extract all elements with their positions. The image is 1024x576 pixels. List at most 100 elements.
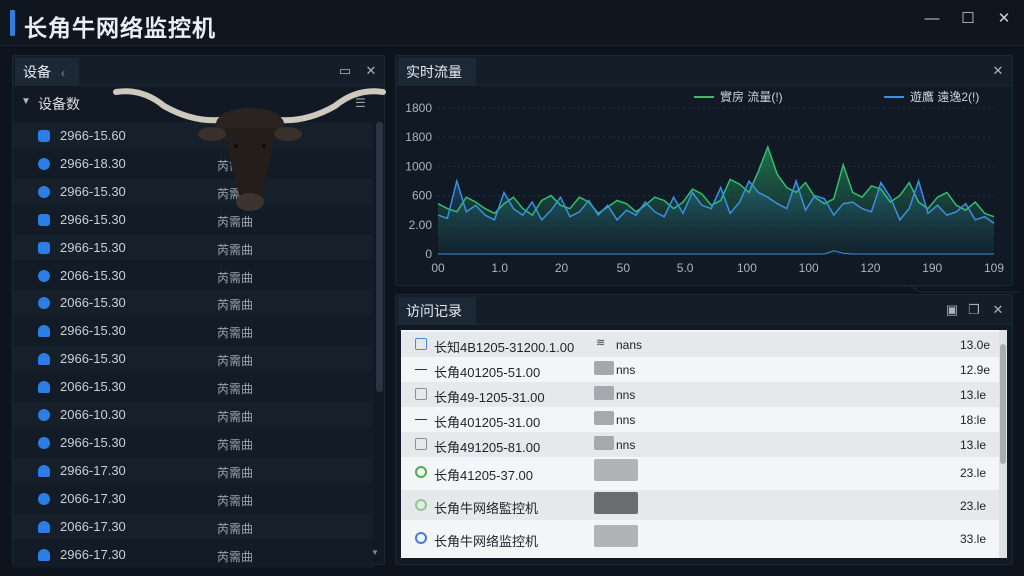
record-size: 12.9e bbox=[960, 363, 991, 377]
record-size: 13.0e bbox=[960, 338, 991, 352]
app-window: 长角牛网络监控机 — ☐ ✕ 设备 ‹ ▭ ✕ ▼ 设备数 ☰ 2966-15.6… bbox=[0, 0, 1024, 576]
traffic-chart: 1800 1800 1000 600 2.00 000 1.0 20 50 5.0 100 100 12… bbox=[405, 89, 1004, 275]
tab-devices-label: 设备 bbox=[23, 64, 51, 80]
device-time: 2966-17.30 bbox=[60, 546, 126, 562]
x-tick-label: 00 bbox=[431, 261, 445, 275]
record-size: 18:le bbox=[960, 413, 987, 427]
records-panel: 访问记录 ▣ ❐ ✕ 长知4B1205-31200.1.00 ≋ nans 13.0e… bbox=[395, 294, 1013, 565]
copy-icon[interactable]: ❐ bbox=[964, 300, 984, 320]
scroll-down-arrow-icon[interactable]: ▼ bbox=[371, 548, 379, 557]
records-scrollbar[interactable] bbox=[999, 330, 1007, 558]
record-status-marker bbox=[415, 419, 427, 420]
globe-icon bbox=[38, 409, 50, 421]
record-size: 13.le bbox=[960, 388, 987, 402]
record-row[interactable]: 长知4B1205-31200.1.00 ≋ nans 13.0e bbox=[401, 332, 999, 357]
maximize-button[interactable]: ☐ bbox=[954, 8, 982, 30]
tab-devices[interactable]: 设备 ‹ bbox=[15, 58, 79, 86]
device-status: 芮需曲 bbox=[217, 298, 254, 313]
device-icon bbox=[38, 213, 50, 226]
x-tick-label: 20 bbox=[555, 261, 569, 275]
record-type: nns bbox=[616, 388, 636, 402]
device-time: 2966-17.30 bbox=[60, 462, 126, 478]
device-row[interactable]: 2066-10.30 芮需曲 bbox=[13, 401, 373, 429]
tab-records-label: 访问记录 bbox=[406, 303, 462, 319]
record-row[interactable]: 长角401205-51.00 nns 12.9e bbox=[401, 357, 999, 382]
device-row[interactable]: 2066-15.30 芮需曲 bbox=[13, 289, 373, 318]
y-tick-label: 1800 bbox=[405, 130, 432, 144]
device-row[interactable]: 2966-15.30 芮需曲 bbox=[13, 233, 373, 262]
record-status-marker bbox=[415, 532, 427, 544]
device-status: 芮需曲 bbox=[217, 493, 254, 508]
panel-close-icon[interactable]: ✕ bbox=[988, 300, 1008, 320]
device-time: 2966-15.30 bbox=[60, 323, 126, 339]
globe-icon bbox=[38, 436, 50, 449]
expand-arrow-icon[interactable]: ▼ bbox=[21, 96, 31, 107]
record-row[interactable]: 长角401205-31.00 nns 18:le bbox=[401, 407, 999, 432]
record-row[interactable]: 长角49-1205-31.00 nns 13.le bbox=[401, 382, 999, 407]
x-tick-label: 109 bbox=[984, 261, 1004, 275]
device-row[interactable]: 2066-17.30 芮需曲 bbox=[13, 512, 373, 541]
collapse-icon[interactable]: ‹ bbox=[61, 66, 65, 80]
record-name: 长角491205-81.00 bbox=[434, 440, 541, 455]
device-row[interactable]: 2066-15.30 芮需曲 bbox=[13, 261, 373, 290]
record-row[interactable]: 长角牛网络监控机 33.le bbox=[401, 523, 999, 553]
device-row[interactable]: 2066-17.30 芮需曲 bbox=[13, 484, 373, 513]
record-status-marker[interactable] bbox=[415, 438, 427, 450]
device-status: 芮需曲 bbox=[217, 382, 254, 397]
tab-traffic-label: 实时流量 bbox=[406, 64, 462, 80]
title-accent-bar bbox=[10, 10, 15, 36]
device-row[interactable]: 2966-15.30 芮需曲 bbox=[13, 345, 373, 374]
y-tick-label: 1800 bbox=[405, 101, 432, 115]
legend-label: 實房 流量(!) bbox=[720, 89, 783, 104]
scroll-thumb[interactable] bbox=[1000, 344, 1006, 464]
save-icon[interactable]: ▣ bbox=[942, 300, 962, 320]
panel-close-icon[interactable]: ✕ bbox=[361, 61, 381, 81]
restore-icon[interactable]: ▭ bbox=[335, 61, 355, 81]
x-tick-label: 100 bbox=[799, 261, 819, 275]
record-thumbnail[interactable] bbox=[594, 386, 614, 400]
y-tick-label: 1000 bbox=[405, 159, 432, 173]
y-tick-label: 2.00 bbox=[409, 218, 433, 232]
device-status: 芮需曲 bbox=[217, 437, 254, 452]
record-status-marker[interactable] bbox=[415, 388, 427, 400]
device-row[interactable]: 2966-15.30 芮需曲 bbox=[13, 428, 373, 457]
tab-realtime-traffic[interactable]: 实时流量 bbox=[398, 58, 476, 86]
record-row[interactable]: 长角491205-81.00 nns 13.le bbox=[401, 432, 999, 457]
record-type: nns bbox=[616, 413, 636, 427]
device-time: 2066-17.30 bbox=[60, 518, 126, 534]
records-table: 长知4B1205-31200.1.00 ≋ nans 13.0e 长角401205-51… bbox=[401, 330, 999, 558]
traffic-panel: 实时流量 ✕ 1800 1800 1000 600 2.00 0 00 1.0 20 50 5.0 1… bbox=[395, 55, 1013, 286]
x-tick-label: 50 bbox=[617, 261, 631, 275]
device-row[interactable]: 2966-15.30 芮需曲 bbox=[13, 317, 373, 346]
globe-icon bbox=[38, 297, 50, 310]
record-thumbnail[interactable] bbox=[594, 459, 638, 481]
panel-close-icon[interactable]: ✕ bbox=[988, 61, 1008, 81]
record-size: 33.le bbox=[960, 532, 987, 546]
longhorn-bull-image bbox=[113, 88, 386, 211]
device-row[interactable]: 2966-17.30 芮需曲 bbox=[13, 456, 373, 485]
record-thumbnail[interactable] bbox=[594, 525, 638, 547]
record-row[interactable]: 长角41205-37.00 23.le bbox=[401, 457, 999, 487]
tab-access-records[interactable]: 访问记录 bbox=[398, 297, 476, 325]
record-thumbnail[interactable] bbox=[594, 492, 638, 514]
device-row[interactable]: 2966-17.30 芮需曲 bbox=[13, 540, 373, 569]
device-status: 芮需曲 bbox=[217, 410, 254, 424]
title-bar: 长角牛网络监控机 — ☐ ✕ bbox=[0, 0, 1024, 46]
device-row[interactable]: 2066-15.30 芮需曲 bbox=[13, 373, 373, 401]
record-row[interactable]: 长角牛网络監控机 23.le bbox=[401, 490, 999, 520]
record-thumbnail[interactable] bbox=[594, 411, 614, 425]
record-thumbnail[interactable] bbox=[594, 361, 614, 375]
record-name: 长角牛网络監控机 bbox=[434, 501, 539, 516]
minimize-button[interactable]: — bbox=[918, 8, 946, 30]
globe-icon bbox=[38, 157, 50, 170]
y-tick-label: 0 bbox=[425, 247, 432, 261]
x-tick-label: 5.0 bbox=[677, 261, 694, 275]
record-type: nans bbox=[616, 338, 643, 352]
close-button[interactable]: ✕ bbox=[990, 8, 1018, 30]
record-thumbnail[interactable] bbox=[594, 436, 614, 450]
record-type: nns bbox=[616, 438, 636, 452]
x-tick-label: 120 bbox=[860, 261, 880, 275]
app-title: 长角牛网络监控机 bbox=[24, 15, 216, 41]
record-status-marker[interactable] bbox=[415, 338, 427, 350]
record-size: 13.le bbox=[960, 438, 987, 452]
